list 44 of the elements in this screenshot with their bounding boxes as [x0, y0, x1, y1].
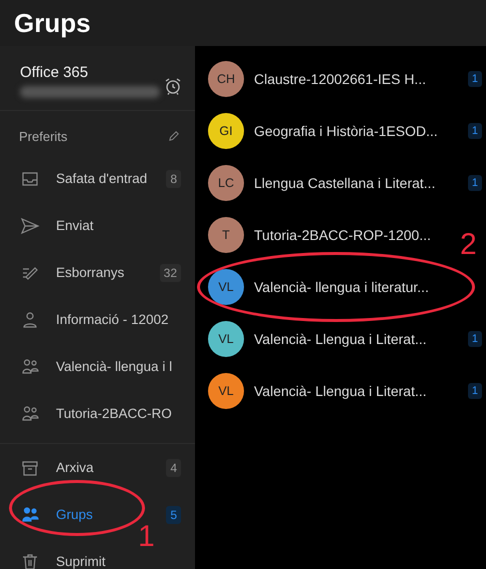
group-name[interactable]: Tutoria-2BACC-ROP-1200...	[254, 227, 431, 243]
people-icon	[20, 404, 40, 424]
folder-label[interactable]: Arxiva	[56, 460, 94, 475]
unread-badge: 1	[468, 71, 482, 87]
unread-badge: 1	[468, 123, 482, 139]
group-avatar: CH	[208, 61, 244, 97]
folder-label[interactable]: Esborranys	[56, 265, 124, 280]
folder-label[interactable]: Tutoria-2BACC-RO	[56, 406, 172, 421]
group-avatar: VL	[208, 321, 244, 357]
group-avatar: VL	[208, 269, 244, 305]
folder-label[interactable]: Grups	[56, 507, 93, 522]
count-badge: 5	[166, 506, 181, 524]
group-name[interactable]: Claustre-12002661-IES H...	[254, 71, 426, 87]
folder-label[interactable]: Valencià- llengua i l	[56, 359, 172, 374]
group-avatar: LC	[208, 165, 244, 201]
people-icon	[20, 504, 40, 524]
annotation-number: 1	[138, 520, 155, 554]
trash-icon	[20, 552, 40, 569]
account-name: Office 365	[20, 64, 90, 81]
page-title: Grups	[14, 8, 91, 38]
unread-badge: 1	[468, 175, 482, 191]
folder-label[interactable]: Suprimit	[56, 554, 106, 569]
group-avatar: GI	[208, 113, 244, 149]
paper-plane-icon	[20, 216, 40, 236]
group-name[interactable]: Valencià- Llengua i Literat...	[254, 331, 427, 347]
folder-label[interactable]: Safata d'entrad	[56, 171, 148, 186]
count-badge: 4	[166, 458, 181, 476]
group-name[interactable]: Valencià- llengua i literatur...	[254, 279, 429, 295]
group-avatar: VL	[208, 373, 244, 409]
unread-badge: 1	[468, 383, 482, 399]
count-badge: 32	[160, 264, 181, 282]
annotation-number: 2	[460, 228, 477, 262]
group-name[interactable]: Llengua Castellana i Literat...	[254, 175, 436, 191]
group-avatar: T	[208, 217, 244, 253]
folder-label[interactable]: Informació - 12002	[56, 312, 169, 327]
alarm-clock-icon[interactable]	[163, 76, 183, 96]
pencil-icon[interactable]	[167, 129, 181, 143]
group-name[interactable]: Geografia i Història-1ESOD...	[254, 123, 438, 139]
group-name[interactable]: Valencià- Llengua i Literat...	[254, 383, 427, 399]
unread-badge: 1	[468, 331, 482, 347]
count-badge: 8	[166, 170, 181, 188]
folder-label[interactable]: Enviat	[56, 218, 94, 233]
people-icon	[20, 356, 40, 376]
section-title: Preferits	[19, 128, 68, 144]
